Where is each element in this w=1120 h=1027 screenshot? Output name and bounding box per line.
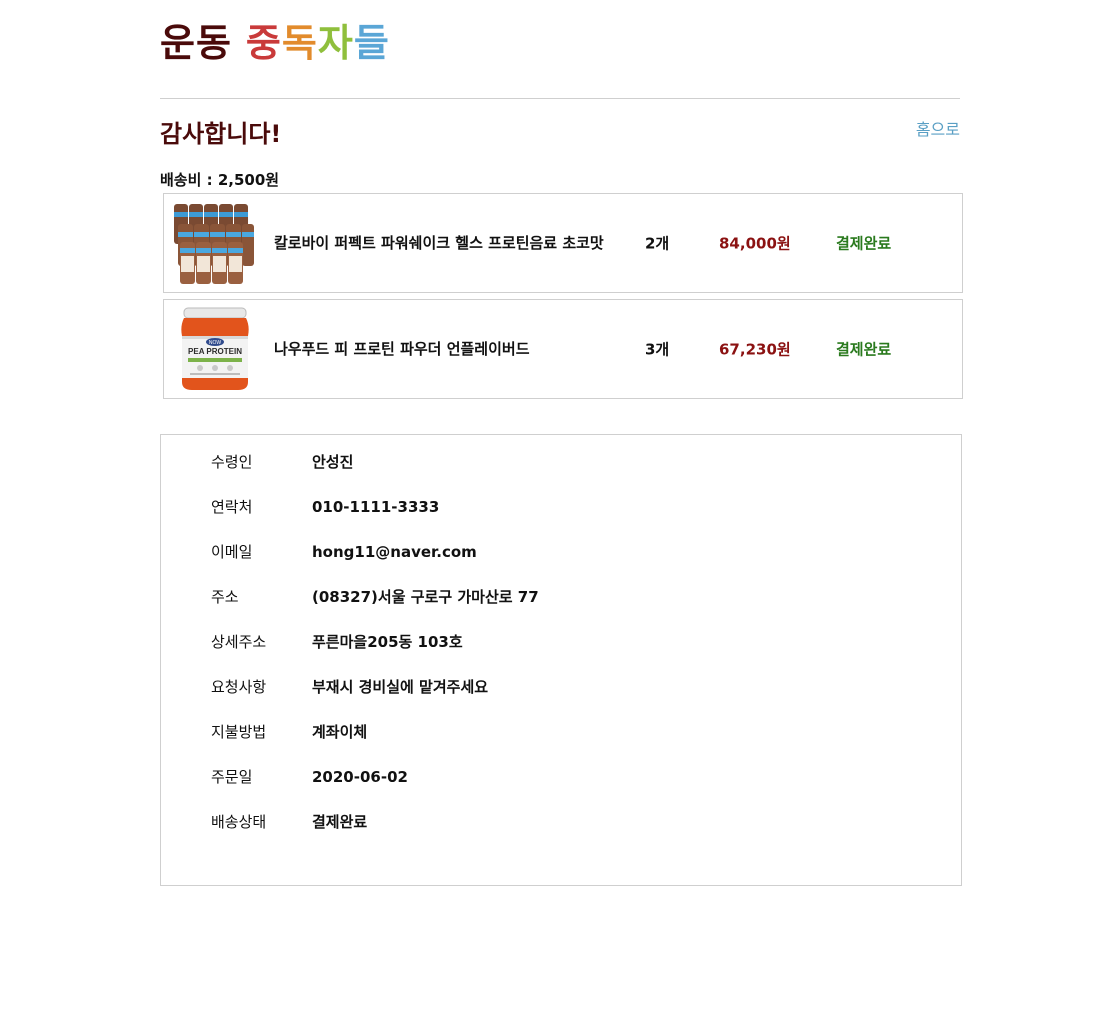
logo-char-4: 들 <box>353 21 390 65</box>
info-label: 연락처 <box>211 498 253 516</box>
payment-status: 결제완료 <box>836 340 892 359</box>
chocolate-protein-drink-bottles-image <box>174 204 254 284</box>
info-value: hong11@naver.com <box>312 543 477 561</box>
info-label: 주소 <box>211 588 239 606</box>
order-item-row: 칼로바이 퍼펙트 파워쉐이크 헬스 프로틴음료 초코맛 2개 84,000원 결… <box>163 193 963 293</box>
page-title: 감사합니다! <box>160 120 282 148</box>
info-label: 상세주소 <box>211 633 267 651</box>
info-label: 주문일 <box>211 768 253 786</box>
info-value: 안성진 <box>312 453 354 471</box>
home-link[interactable]: 홈으로 <box>916 118 960 142</box>
header-divider <box>160 98 960 99</box>
site-logo[interactable]: 운동 중독자들 <box>160 18 390 68</box>
shipping-fee: 배송비 : 2,500원 <box>160 171 280 189</box>
info-value: 계좌이체 <box>312 723 368 741</box>
logo-char-3: 자 <box>317 21 354 65</box>
payment-status: 결제완료 <box>836 234 892 253</box>
product-price: 67,230원 <box>719 340 791 359</box>
product-name[interactable]: 나우푸드 피 프로틴 파우더 언플레이버드 <box>274 339 634 359</box>
product-label-name: PEA PROTEIN <box>188 347 242 356</box>
info-value: 부재시 경비실에 맡겨주세요 <box>312 678 489 696</box>
product-name[interactable]: 칼로바이 퍼펙트 파워쉐이크 헬스 프로틴음료 초코맛 <box>274 233 634 253</box>
info-label: 요청사항 <box>211 678 267 696</box>
product-quantity: 2개 <box>645 234 670 253</box>
info-value: 푸른마을205동 103호 <box>312 633 463 651</box>
info-label: 이메일 <box>211 543 253 561</box>
info-value: 결제완료 <box>312 813 368 831</box>
order-info-panel: 수령인 안성진 연락처 010-1111-3333 이메일 hong11@nav… <box>160 434 962 886</box>
product-price: 84,000원 <box>719 234 791 253</box>
logo-word-1: 운동 <box>160 21 232 65</box>
logo-char-2: 독 <box>281 21 318 65</box>
product-quantity: 3개 <box>645 340 670 359</box>
info-label: 배송상태 <box>211 813 267 831</box>
info-label: 수령인 <box>211 453 253 471</box>
info-value: 2020-06-02 <box>312 768 408 786</box>
info-label: 지불방법 <box>211 723 267 741</box>
info-value: (08327)서울 구로구 가마산로 77 <box>312 588 539 606</box>
logo-char-1: 중 <box>245 21 282 65</box>
order-item-row: NOW PEA PROTEIN 나우푸드 피 프로틴 파우더 언플레이버드 3개… <box>163 299 963 399</box>
info-value: 010-1111-3333 <box>312 498 440 516</box>
pea-protein-tub-image: NOW PEA PROTEIN <box>181 307 249 390</box>
product-label-brand: NOW <box>209 340 222 346</box>
